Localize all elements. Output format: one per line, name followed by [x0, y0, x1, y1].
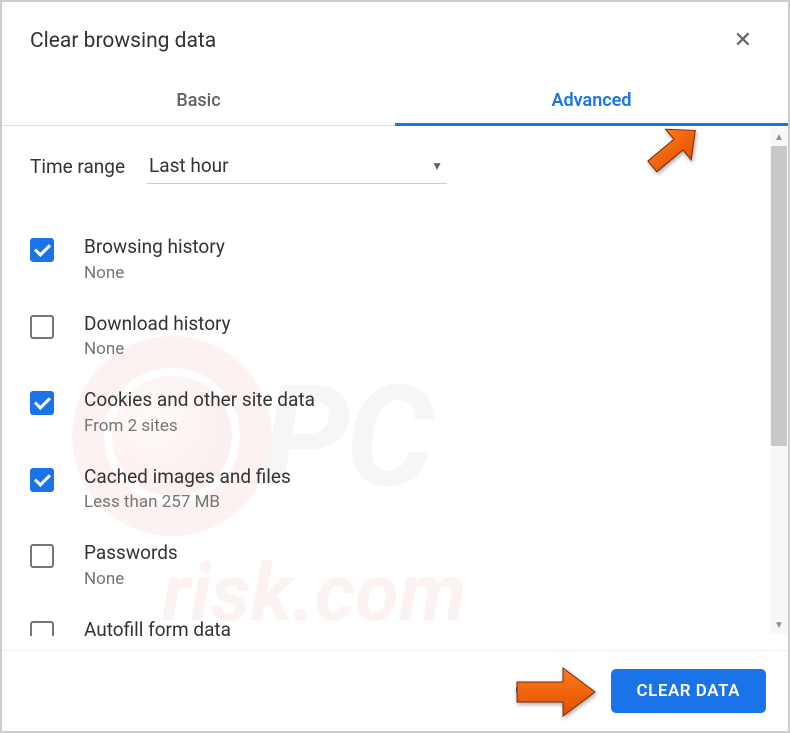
option-texts: Cached images and filesLess than 257 MB	[84, 464, 291, 513]
close-button[interactable]: ✕	[726, 26, 760, 56]
chevron-down-icon: ▼	[431, 159, 443, 173]
chevron-up-icon: ▲	[774, 132, 784, 143]
option-row: Download historyNone	[30, 297, 740, 374]
option-row: Browsing historyNone	[30, 220, 740, 297]
scrollbar-thumb[interactable]	[771, 146, 787, 446]
time-range-row: Time range Last hour ▼	[30, 148, 740, 184]
close-icon: ✕	[734, 28, 752, 53]
time-range-value: Last hour	[149, 154, 229, 177]
option-label: Cookies and other site data	[84, 387, 315, 414]
option-sublabel: None	[84, 263, 225, 283]
tab-basic[interactable]: Basic	[2, 76, 395, 125]
checkbox[interactable]	[30, 468, 54, 492]
option-sublabel: From 2 sites	[84, 416, 315, 436]
dialog-header: Clear browsing data ✕	[2, 2, 788, 76]
checkbox[interactable]	[30, 544, 54, 568]
option-row: Cached images and filesLess than 257 MB	[30, 450, 740, 527]
option-sublabel: None	[84, 569, 178, 589]
option-label: Cached images and files	[84, 464, 291, 491]
option-texts: Autofill form data	[84, 617, 231, 636]
tabs-bar: Basic Advanced	[2, 76, 788, 126]
option-label: Download history	[84, 311, 231, 338]
clear-data-button[interactable]: CLEAR DATA	[611, 669, 766, 713]
page-title: Clear browsing data	[30, 29, 216, 53]
cancel-button[interactable]: CANCEL	[493, 669, 604, 713]
option-label: Autofill form data	[84, 617, 231, 636]
scrollbar-track[interactable]: ▲ ▼	[770, 128, 788, 634]
option-row: Autofill form data	[30, 603, 740, 636]
dialog-footer: CANCEL CLEAR DATA	[2, 650, 788, 731]
option-label: Browsing history	[84, 234, 225, 261]
option-texts: Browsing historyNone	[84, 234, 225, 283]
option-texts: PasswordsNone	[84, 540, 178, 589]
checkbox[interactable]	[30, 391, 54, 415]
tab-advanced[interactable]: Advanced	[395, 76, 788, 125]
option-row: Cookies and other site dataFrom 2 sites	[30, 373, 740, 450]
scrollbar-down-button[interactable]: ▼	[770, 616, 788, 634]
option-label: Passwords	[84, 540, 178, 567]
checkbox[interactable]	[30, 315, 54, 339]
chevron-down-icon: ▼	[774, 620, 784, 631]
option-sublabel: Less than 257 MB	[84, 492, 291, 512]
option-sublabel: None	[84, 339, 231, 359]
checkbox[interactable]	[30, 238, 54, 262]
scrollbar-up-button[interactable]: ▲	[770, 128, 788, 146]
scroll-area: Time range Last hour ▼ Browsing historyN…	[2, 126, 768, 636]
option-texts: Download historyNone	[84, 311, 231, 360]
option-texts: Cookies and other site dataFrom 2 sites	[84, 387, 315, 436]
option-row: PasswordsNone	[30, 526, 740, 603]
time-range-label: Time range	[30, 155, 125, 178]
checkbox[interactable]	[30, 621, 54, 636]
time-range-select[interactable]: Last hour ▼	[147, 148, 447, 184]
dialog-content: PC risk.com Time range Last hour ▼ Brows…	[2, 126, 788, 636]
